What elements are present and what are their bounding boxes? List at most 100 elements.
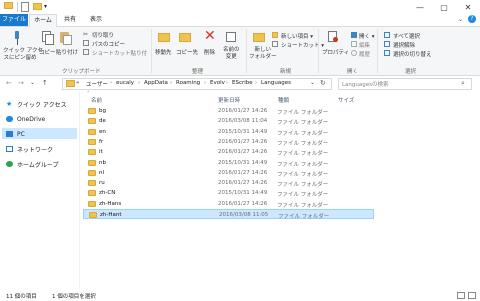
properties-icon[interactable] [328, 31, 338, 43]
table-row[interactable]: fr 2016/01/27 14:26 ファイル フォルダー [83, 137, 374, 147]
column-header-date[interactable]: 更新日時 [218, 96, 240, 104]
paste-button[interactable]: 貼り付け [56, 48, 78, 56]
folder-icon [88, 149, 96, 156]
open-button[interactable]: 開く ▾ [359, 32, 375, 40]
breadcrumb-item[interactable]: Languages [261, 80, 291, 86]
file-date: 2016/01/27 14:26 [218, 169, 268, 176]
delete-button[interactable]: 削除 [204, 48, 215, 56]
move-to-icon[interactable] [158, 31, 170, 43]
tab-share[interactable]: 共有 [58, 14, 82, 26]
up-icon[interactable]: ↑ [42, 79, 48, 87]
address-dropdown-icon[interactable]: ⌄ [310, 79, 315, 86]
chevron-right-icon[interactable]: › [170, 80, 172, 86]
selected-count: 1 個の項目を選択 [52, 294, 96, 300]
delete-icon[interactable]: ✕ [204, 28, 216, 44]
breadcrumb-overflow[interactable]: « [76, 80, 79, 86]
rename-button[interactable]: 名前の 変更 [223, 47, 240, 61]
tab-view[interactable]: 表示 [84, 14, 108, 26]
file-name: fr [99, 138, 104, 145]
breadcrumb-item[interactable]: Evolv [210, 80, 225, 86]
forward-icon[interactable]: → [18, 79, 24, 87]
pin-icon[interactable] [12, 31, 22, 45]
expand-ribbon-icon[interactable]: ⌄ [458, 16, 463, 23]
chevron-right-icon[interactable]: › [204, 80, 206, 86]
nav-homegroup[interactable]: ホームグループ [6, 159, 76, 169]
nav-onedrive[interactable]: OneDrive [6, 114, 76, 124]
nav-label: ホームグループ [17, 161, 59, 169]
file-name: de [99, 118, 106, 125]
close-button[interactable]: ✕ [456, 0, 480, 14]
table-row[interactable]: nl 2016/01/27 14:26 ファイル フォルダー [83, 168, 374, 178]
back-icon[interactable]: ← [6, 79, 12, 87]
tab-home[interactable]: ホーム [29, 14, 57, 27]
table-row[interactable]: ru 2016/01/27 14:26 ファイル フォルダー [83, 178, 374, 188]
search-icon[interactable]: ⌕ [461, 79, 465, 88]
column-header-type[interactable]: 種類 [278, 96, 289, 104]
recent-locations-icon[interactable]: ⌄ [30, 79, 35, 86]
paste-icon[interactable] [60, 31, 72, 45]
select-none-button[interactable]: 選択解除 [393, 41, 415, 49]
rename-icon[interactable] [226, 32, 236, 42]
pin-quick-access-button[interactable]: クイック アクセ スにピン留め [3, 48, 43, 62]
file-date: 2016/03/08 11:04 [218, 118, 268, 125]
new-folder-quick-icon[interactable] [33, 2, 42, 12]
qa-dropdown-icon[interactable]: ▾ [44, 3, 47, 10]
properties-button[interactable]: プロパティ [322, 48, 349, 56]
table-row[interactable]: zh-Hant 2016/03/08 11:05 ファイル フォルダー [83, 209, 374, 220]
file-date: 2016/01/27 14:26 [218, 180, 268, 187]
shortcut-icon [272, 41, 278, 47]
select-all-button[interactable]: すべて選択 [393, 32, 420, 40]
copy-to-button[interactable]: コピー先 [176, 48, 198, 56]
title-bar: ▾ — ▢ ✕ [0, 0, 480, 14]
chevron-right-icon[interactable]: › [110, 80, 112, 86]
table-row[interactable]: zh-Hans 2016/01/27 14:26 ファイル フォルダー [83, 199, 374, 209]
breadcrumb-item[interactable]: EScribe [232, 80, 253, 86]
table-row[interactable]: bg 2016/01/27 14:26 ファイル フォルダー [83, 106, 374, 116]
file-name: ru [99, 180, 105, 187]
breadcrumb-item[interactable]: Roaming [176, 80, 200, 86]
paste-shortcut-button[interactable]: ショートカット貼り付 [92, 49, 147, 57]
table-row[interactable]: en 2015/10/31 14:49 ファイル フォルダー [83, 127, 374, 137]
new-folder-button[interactable]: 新しい フォルダー [249, 47, 277, 61]
edit-button[interactable]: 編集 [359, 41, 370, 49]
invert-selection-button[interactable]: 選択の切り替え [393, 50, 432, 58]
breadcrumb-item[interactable]: eucaly [116, 80, 134, 86]
copy-button[interactable]: コピー [39, 48, 56, 56]
large-icons-view-icon[interactable] [468, 292, 476, 299]
help-icon[interactable]: ? [468, 15, 476, 23]
nav-network[interactable]: ネットワーク [6, 144, 76, 154]
chevron-right-icon[interactable]: › [138, 80, 140, 86]
copy-to-icon[interactable] [179, 31, 191, 43]
column-header-size[interactable]: サイズ [338, 96, 354, 104]
new-item-button[interactable]: 新しい項目 ▾ [281, 32, 313, 40]
properties-quick-icon[interactable] [21, 2, 29, 12]
cut-button[interactable]: 切り取り [92, 31, 114, 39]
chevron-right-icon[interactable]: › [255, 80, 257, 86]
paste-shortcut-icon [83, 49, 89, 55]
details-view-icon[interactable] [457, 292, 465, 299]
file-type: ファイル フォルダー [277, 140, 329, 147]
divider [318, 29, 319, 73]
new-folder-icon[interactable] [253, 31, 265, 43]
nav-quick-access[interactable]: ★ クイック アクセス [6, 99, 76, 109]
tab-file[interactable]: ファイル [0, 14, 28, 26]
copy-path-button[interactable]: パスのコピー [92, 40, 125, 48]
table-row[interactable]: it 2016/01/27 14:26 ファイル フォルダー [83, 147, 374, 157]
file-type: ファイル フォルダー [277, 192, 329, 199]
table-row[interactable]: zh-CN 2015/10/31 14:49 ファイル フォルダー [83, 188, 374, 198]
move-to-button[interactable]: 移動先 [155, 48, 172, 56]
maximize-button[interactable]: ▢ [432, 0, 456, 14]
refresh-icon[interactable]: ↻ [320, 79, 326, 87]
table-row[interactable]: de 2016/03/08 11:04 ファイル フォルダー [83, 116, 374, 126]
breadcrumb-item[interactable]: ユーザー [86, 80, 108, 88]
chevron-right-icon[interactable]: › [226, 80, 228, 86]
pane-divider [79, 91, 80, 289]
column-header-name[interactable]: 名前 [91, 96, 102, 104]
breadcrumb-item[interactable]: AppData [144, 80, 168, 86]
history-button[interactable]: 履歴 [359, 50, 370, 58]
table-row[interactable]: nb 2015/10/31 14:49 ファイル フォルダー [83, 158, 374, 168]
nav-pc[interactable]: PC [6, 129, 76, 139]
minimize-button[interactable]: — [408, 0, 432, 14]
file-date: 2015/10/31 14:49 [218, 128, 268, 135]
copy-icon[interactable] [42, 31, 54, 45]
